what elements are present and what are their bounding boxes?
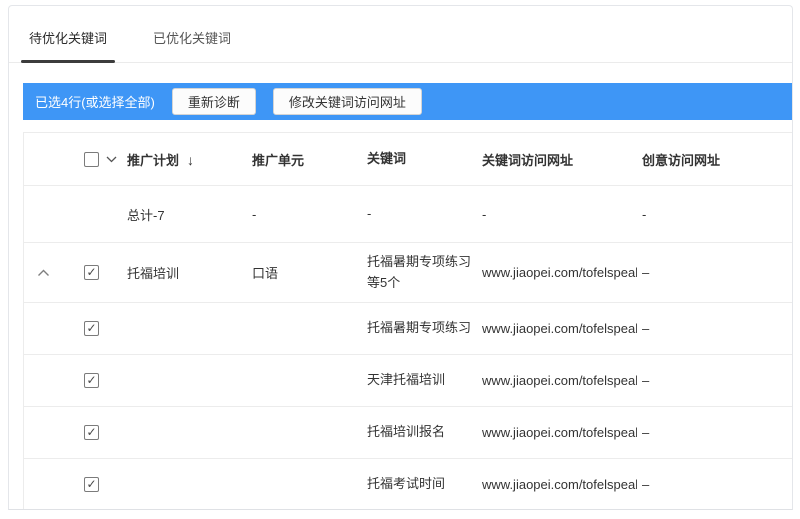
header-plan-label: 推广计划	[127, 153, 179, 168]
cell-keyword-url: www.jiaopei.com/tofelspeak	[477, 425, 637, 440]
table-row: 天津托福培训 www.jiaopei.com/tofelspeak –	[24, 355, 792, 407]
cell-keyword: 托福考试时间	[362, 474, 477, 494]
cell-creative-url: –	[637, 321, 792, 336]
row-checkbox[interactable]	[84, 425, 99, 440]
cell-keyword-url: www.jiaopei.com/tofelspeak	[477, 477, 637, 492]
selection-action-bar: 已选4行(或选择全部) 重新诊断 修改关键词访问网址	[23, 83, 792, 120]
row-checkbox[interactable]	[84, 265, 99, 280]
selection-count-text: 已选4行(或选择全部)	[35, 92, 155, 111]
header-plan[interactable]: 推广计划 ↓	[122, 150, 247, 169]
cell-keyword: 托福培训报名	[362, 422, 477, 442]
cell-creative-url: –	[637, 265, 792, 280]
row-checkbox[interactable]	[84, 321, 99, 336]
header-keyword-url[interactable]: 关键词访问网址	[477, 150, 637, 169]
cell-keyword: 托福暑期专项练习	[362, 318, 477, 338]
cell-unit: 口语	[247, 263, 362, 282]
select-dropdown-icon[interactable]	[106, 156, 117, 163]
cell-keyword: 天津托福培训	[362, 370, 477, 390]
rediagnose-button[interactable]: 重新诊断	[172, 88, 256, 115]
modify-keyword-url-button[interactable]: 修改关键词访问网址	[273, 88, 422, 115]
table-header-row: 推广计划 ↓ 推广单元 关键词 关键词访问网址 创意访问网址	[24, 133, 792, 186]
summary-row: 总计-7 - - - -	[24, 186, 792, 243]
row-checkbox[interactable]	[84, 373, 99, 388]
collapse-row-icon[interactable]	[37, 269, 50, 277]
header-unit[interactable]: 推广单元	[247, 150, 362, 169]
table-row: 托福暑期专项练习 www.jiaopei.com/tofelspeak –	[24, 303, 792, 355]
cell-keyword-url: www.jiaopei.com/tofelspeak	[477, 265, 637, 280]
tab-pending-keywords[interactable]: 待优化关键词	[21, 28, 115, 62]
table-row: 托福培训 口语 托福暑期专项练习等5个 www.jiaopei.com/tofe…	[24, 243, 792, 303]
table-row: 托福培训报名 www.jiaopei.com/tofelspeak –	[24, 407, 792, 459]
summary-keyword: -	[362, 204, 477, 224]
tab-optimized-keywords[interactable]: 已优化关键词	[145, 28, 239, 62]
cell-keyword: 托福暑期专项练习等5个	[362, 252, 477, 292]
cell-keyword-url: www.jiaopei.com/tofelspeak	[477, 373, 637, 388]
cell-creative-url: –	[637, 477, 792, 492]
summary-unit: -	[247, 207, 362, 222]
row-checkbox[interactable]	[84, 477, 99, 492]
select-all-checkbox[interactable]	[84, 152, 99, 167]
cell-plan: 托福培训	[122, 263, 247, 282]
summary-creative-url: -	[637, 207, 792, 222]
sort-descending-icon[interactable]: ↓	[187, 152, 194, 168]
cell-keyword-url: www.jiaopei.com/tofelspeak	[477, 321, 637, 336]
cell-creative-url: –	[637, 425, 792, 440]
summary-keyword-url: -	[477, 207, 637, 222]
summary-total: 总计-7	[122, 205, 247, 224]
keywords-table: 推广计划 ↓ 推广单元 关键词 关键词访问网址 创意访问网址 总计-7 - - -…	[23, 132, 792, 510]
table-row: 托福考试时间 www.jiaopei.com/tofelspeak –	[24, 459, 792, 510]
cell-creative-url: –	[637, 373, 792, 388]
header-keyword[interactable]: 关键词	[362, 149, 477, 169]
tab-bar: 待优化关键词 已优化关键词	[9, 6, 792, 63]
keyword-optimization-panel: 待优化关键词 已优化关键词 已选4行(或选择全部) 重新诊断 修改关键词访问网址…	[8, 5, 793, 510]
header-select-cell	[72, 152, 122, 167]
header-creative-url[interactable]: 创意访问网址	[637, 150, 792, 169]
